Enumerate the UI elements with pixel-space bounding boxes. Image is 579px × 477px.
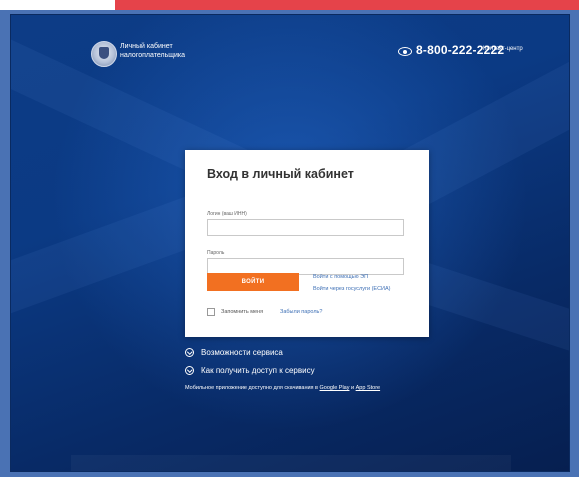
- google-play-link[interactable]: Google Play: [320, 385, 350, 391]
- login-ep-link[interactable]: Войти с помощью ЭП: [313, 274, 368, 280]
- login-button[interactable]: ВОЙТИ: [207, 273, 299, 291]
- login-title: Вход в личный кабинет: [207, 167, 354, 181]
- mobile-app-text: Мобильное приложение доступно для скачив…: [185, 385, 320, 391]
- login-input[interactable]: [207, 219, 404, 236]
- login-esia-link[interactable]: Войти через госуслуги (ЕСИА): [313, 286, 391, 292]
- contact-center-link[interactable]: Контакт-центр: [483, 46, 523, 52]
- how-to-access-expander[interactable]: Как получить доступ к сервису: [185, 366, 315, 375]
- password-label: Пароль: [207, 250, 225, 256]
- how-to-access-label: Как получить доступ к сервису: [201, 366, 315, 375]
- top-left-strip: [0, 0, 115, 10]
- chevron-down-circle-icon: [185, 348, 194, 357]
- remember-label[interactable]: Запомнить меня: [221, 309, 263, 315]
- features-expander[interactable]: Возможности сервиса: [185, 348, 283, 357]
- footer-band: [71, 455, 511, 471]
- brand-line-2: налогоплательщика: [120, 52, 186, 59]
- chevron-down-circle-icon: [185, 366, 194, 375]
- top-red-bar: [115, 0, 579, 10]
- fns-logo-icon[interactable]: [91, 41, 117, 67]
- login-screen: Личный кабинет налогоплательщика 8-800-2…: [10, 14, 570, 472]
- brand-line-1: Личный кабинет: [120, 43, 173, 50]
- brand-title[interactable]: Личный кабинет налогоплательщика: [120, 42, 185, 60]
- forgot-password-link[interactable]: Забыли пароль?: [280, 309, 322, 315]
- app-store-link[interactable]: App Store: [356, 385, 380, 391]
- remember-checkbox[interactable]: [207, 308, 215, 316]
- features-label: Возможности сервиса: [201, 348, 283, 357]
- login-card: Вход в личный кабинет Логин (ваш ИНН) Па…: [185, 150, 429, 337]
- login-label: Логин (ваш ИНН): [207, 211, 247, 217]
- eye-icon[interactable]: [398, 47, 412, 56]
- mobile-app-note: Мобильное приложение доступно для скачив…: [185, 385, 380, 391]
